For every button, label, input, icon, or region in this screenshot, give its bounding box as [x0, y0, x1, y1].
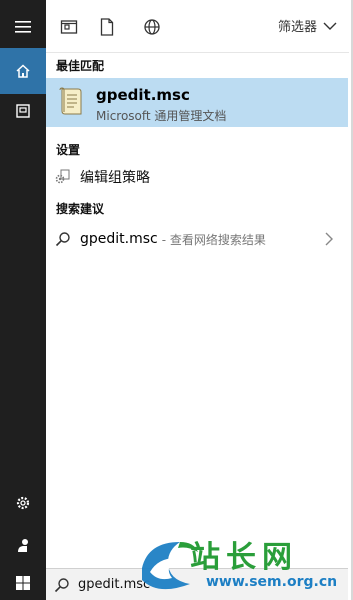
- settings-heading: 设置: [56, 143, 81, 157]
- suggestion-query: gpedit.msc: [80, 231, 158, 247]
- best-match-heading: 最佳匹配: [56, 59, 105, 73]
- globe-icon: [144, 19, 160, 35]
- hamburger-menu-button[interactable]: [0, 4, 46, 50]
- top-toolbar: 筛选器: [46, 0, 353, 52]
- windows-start-icon: [16, 576, 30, 590]
- search-icon: [54, 577, 69, 592]
- filter-dropdown[interactable]: 筛选器: [278, 16, 337, 35]
- start-button[interactable]: [0, 560, 46, 600]
- documents-button[interactable]: [0, 88, 46, 134]
- web-suggestion-row[interactable]: gpedit.msc - 查看网络搜索结果: [46, 225, 348, 253]
- search-suggestions-heading: 搜索建议: [56, 202, 105, 216]
- msc-document-icon: [59, 87, 82, 115]
- user-icon: [18, 539, 28, 552]
- chevron-down-icon: [323, 22, 337, 30]
- suggestion-hint: - 查看网络搜索结果: [161, 232, 266, 247]
- home-icon: [16, 64, 30, 78]
- settings-gear-icon: [16, 496, 30, 510]
- tablet-mode-icon: [60, 20, 78, 34]
- web-filter-button[interactable]: [141, 16, 163, 38]
- toolbar-divider: [46, 52, 349, 53]
- document-square-icon: [16, 104, 30, 118]
- watermark-url: www.sem.org.cn: [206, 574, 338, 590]
- documents-filter-button[interactable]: [96, 16, 118, 38]
- filter-label: 筛选器: [277, 20, 317, 35]
- search-icon: [55, 232, 70, 247]
- best-match-subtitle: Microsoft 通用管理文档: [96, 109, 227, 123]
- settings-button[interactable]: [0, 480, 46, 526]
- chevron-right-icon[interactable]: [324, 231, 334, 247]
- left-rail: [0, 0, 46, 600]
- settings-result-edit-group-policy[interactable]: 编辑组策略: [46, 162, 348, 192]
- watermark-brand: 站长网: [190, 540, 298, 575]
- settings-result-label: 编辑组策略: [80, 170, 150, 186]
- document-icon: [100, 18, 114, 36]
- hamburger-icon: [15, 21, 31, 33]
- group-policy-icon: [55, 169, 70, 184]
- best-match-result[interactable]: gpedit.msc Microsoft 通用管理文档: [46, 78, 348, 127]
- apps-filter-button[interactable]: [58, 16, 80, 38]
- best-match-title: gpedit.msc: [96, 86, 190, 104]
